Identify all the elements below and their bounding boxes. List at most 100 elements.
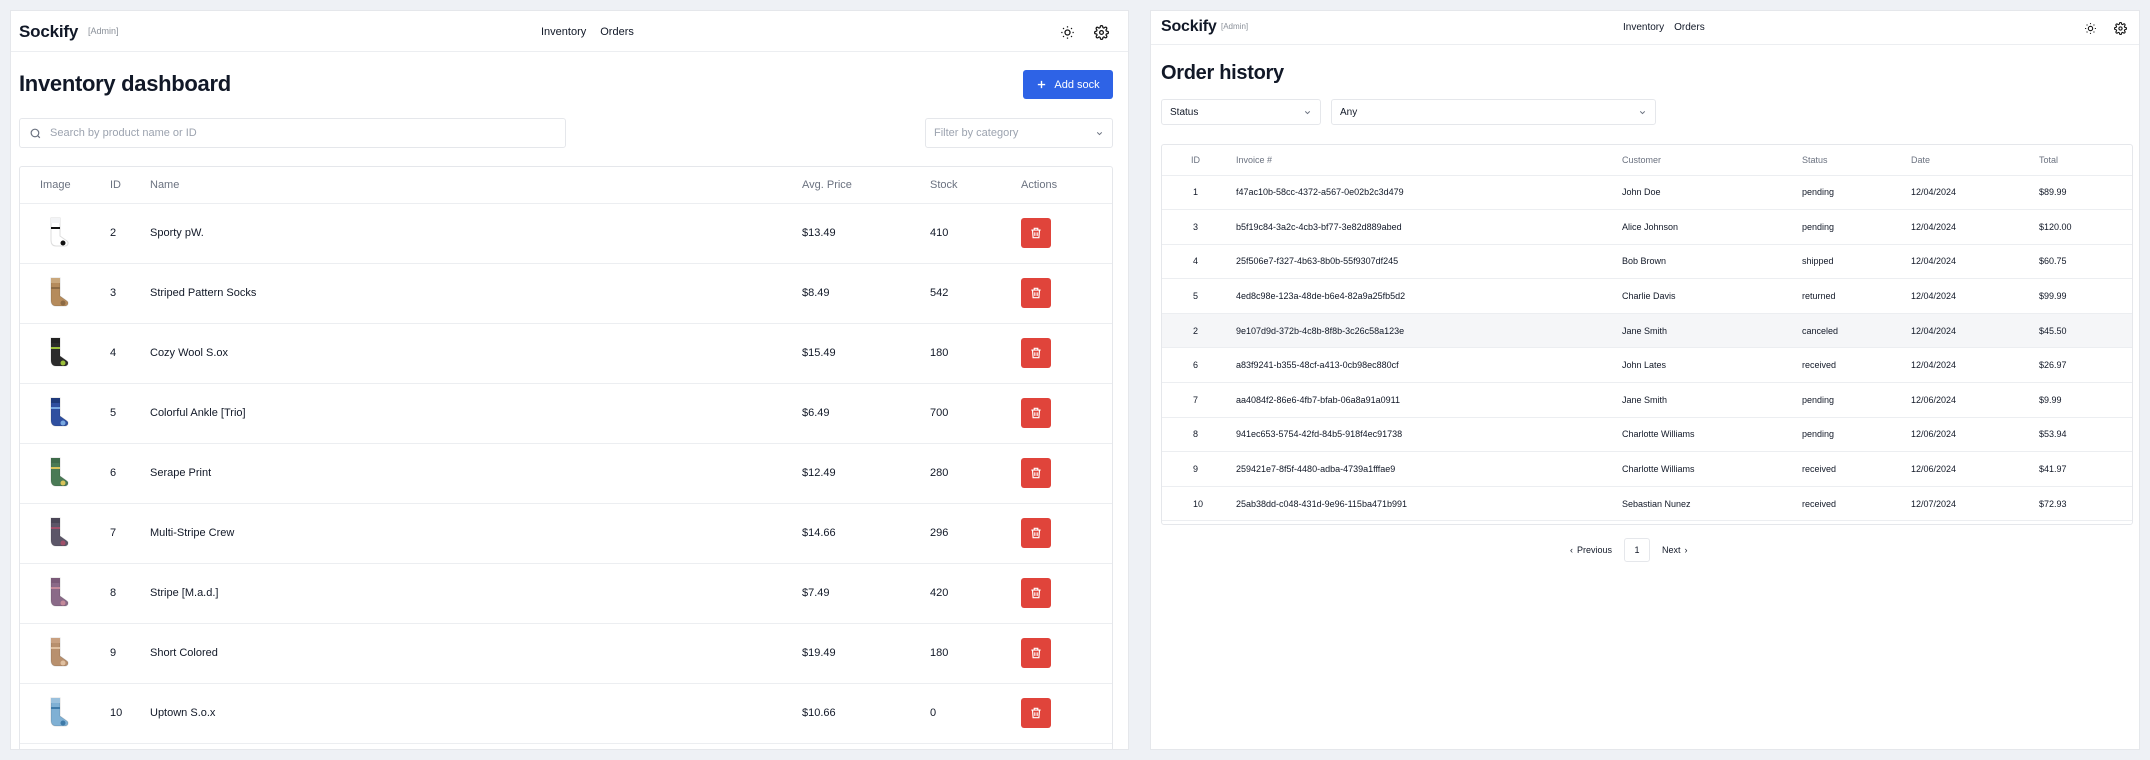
table-row[interactable]: 4 25f506e7-f327-4b63-8b0b-55f9307df245 Bob… [1162, 244, 2132, 280]
brand-logo[interactable]: Sockify [1161, 18, 1217, 36]
settings-button[interactable] [2110, 18, 2130, 38]
table-row[interactable]: 9 259421e7-8f5f-4480-adba-4739a1fffae9 Cha… [1162, 451, 2132, 487]
table-row[interactable]: 8 941ec653-5754-42fd-84b5-918f4ec91738 Cha… [1162, 417, 2132, 453]
orders-topbar: Sockify [Admin] Inventory Orders [1151, 11, 2139, 45]
product-id: 6 [110, 443, 150, 504]
product-stock: 410 [930, 203, 1021, 264]
order-customer: Bob Brown [1622, 244, 1802, 280]
column-header-actions: Actions [1021, 167, 1112, 204]
order-status: received [1802, 347, 1911, 384]
order-status: pending [1802, 175, 1911, 211]
delete-button[interactable] [1021, 518, 1051, 548]
order-status: pending [1802, 417, 1911, 453]
order-invoice: f47ac10b-58cc-4372-a567-0e02b2c3d479 [1236, 175, 1622, 211]
product-price: $10.66 [802, 683, 930, 744]
table-row: 5 Colorful Ankle [Trio] $6.49 700 [20, 383, 1112, 444]
table-row: 3 Striped Pattern Socks $8.49 542 [20, 263, 1112, 324]
category-filter-select[interactable]: Filter by category [925, 118, 1113, 148]
order-status: received [1802, 486, 1911, 522]
table-row[interactable]: 5 4ed8c98e-123a-48de-b6e4-82a9a25fb5d2 Cha… [1162, 278, 2132, 314]
table-row[interactable]: 1 f47ac10b-58cc-4372-a567-0e02b2c3d479 Joh… [1162, 175, 2132, 211]
orders-window: Sockify [Admin] Inventory Orders Order hi… [1150, 10, 2140, 750]
product-stock: 700 [930, 383, 1021, 444]
product-stock: 280 [930, 443, 1021, 504]
table-header-row: ID Invoice # Customer Status Date Total [1162, 145, 2132, 176]
next-page-button[interactable]: Next › [1656, 545, 1694, 555]
table-row[interactable]: 6 a83f9241-b355-48cf-a413-0cb98ec880cf Joh… [1162, 347, 2132, 384]
order-total: $99.99 [2039, 278, 2132, 314]
table-row[interactable]: 7 aa4084f2-86e6-4fb7-bfab-06a8a91a0911 Jan… [1162, 382, 2132, 418]
column-header-stock: Stock [930, 167, 1021, 204]
sun-icon [1060, 25, 1074, 39]
order-customer: John Lates [1622, 347, 1802, 384]
status-filter-value: Status [1170, 106, 1199, 118]
search-input[interactable]: Search by product name or ID [19, 118, 566, 148]
delete-button[interactable] [1021, 638, 1051, 668]
trash-icon [1031, 347, 1041, 359]
theme-toggle-button[interactable] [1056, 21, 1078, 43]
column-header-name: Name [150, 167, 802, 204]
order-status: canceled [1802, 313, 1911, 349]
status-filter-select[interactable]: Status [1161, 99, 1321, 125]
product-image [38, 275, 74, 311]
order-invoice: a83f9241-b355-48cf-a413-0cb98ec880cf [1236, 347, 1622, 384]
table-row[interactable]: 3 b5f19c84-3a2c-4cb3-bf77-3e82d889abed Ali… [1162, 209, 2132, 245]
order-total: $41.97 [2039, 451, 2132, 487]
order-total: $60.75 [2039, 244, 2132, 280]
nav-inventory[interactable]: Inventory [1623, 22, 1664, 33]
nav-orders[interactable]: Orders [600, 26, 634, 38]
order-invoice: 25ab38dd-c048-431d-9e96-115ba471b991 [1236, 486, 1622, 522]
column-header-id: ID [110, 167, 150, 204]
chevron-down-icon [1304, 110, 1311, 114]
delete-button[interactable] [1021, 698, 1051, 728]
brand-logo[interactable]: Sockify [19, 22, 78, 42]
nav-inventory[interactable]: Inventory [541, 26, 586, 38]
column-header-id: ID [1162, 145, 1236, 176]
delete-button[interactable] [1021, 278, 1051, 308]
column-header-invoice: Invoice # [1236, 145, 1622, 176]
product-stock: 0 [930, 683, 1021, 744]
product-price: $12.49 [802, 443, 930, 504]
order-customer: Sebastian Nunez [1622, 486, 1802, 522]
add-sock-button[interactable]: Add sock [1023, 70, 1113, 99]
any-filter-select[interactable]: Any [1331, 99, 1656, 125]
product-id: 5 [110, 383, 150, 444]
nav-orders[interactable]: Orders [1674, 22, 1705, 33]
previous-page-button[interactable]: ‹ Previous [1564, 545, 1618, 555]
order-status: returned [1802, 278, 1911, 314]
delete-button[interactable] [1021, 398, 1051, 428]
product-image [38, 395, 74, 431]
column-header-date: Date [1911, 145, 2039, 176]
delete-button[interactable] [1021, 218, 1051, 248]
product-price: $6.49 [802, 383, 930, 444]
settings-button[interactable] [1090, 21, 1112, 43]
product-id: 4 [110, 323, 150, 384]
order-invoice: 9e107d9d-372b-4c8b-8f8b-3c26c58a123e [1236, 313, 1622, 349]
delete-button[interactable] [1021, 338, 1051, 368]
any-filter-value: Any [1340, 106, 1358, 118]
order-id: 5 [1162, 278, 1236, 314]
chevron-right-icon: › [1684, 545, 1688, 555]
product-id: 7 [110, 503, 150, 564]
page-number-button[interactable]: 1 [1624, 538, 1651, 562]
order-date: 12/04/2024 [1911, 278, 2039, 314]
product-id: 3 [110, 263, 150, 324]
table-row: 4 Cozy Wool S.ox $15.49 180 [20, 323, 1112, 384]
page-title: Order history [1161, 62, 1284, 84]
trash-icon [1031, 287, 1041, 299]
product-name: Colorful Ankle [Trio] [150, 383, 802, 444]
gear-icon [1093, 24, 1109, 40]
previous-label: Previous [1577, 545, 1613, 555]
delete-button[interactable] [1021, 578, 1051, 608]
order-total: $26.97 [2039, 347, 2132, 384]
product-stock: 180 [930, 623, 1021, 684]
product-id: 10 [110, 683, 150, 744]
delete-button[interactable] [1021, 458, 1051, 488]
table-row[interactable]: 10 25ab38dd-c048-431d-9e96-115ba471b991 Se… [1162, 486, 2132, 522]
orders-table: ID Invoice # Customer Status Date Total … [1161, 144, 2133, 525]
theme-toggle-button[interactable] [2080, 18, 2100, 38]
product-stock: 420 [930, 563, 1021, 624]
chevron-down-icon [1639, 110, 1646, 114]
product-price: $19.49 [802, 623, 930, 684]
table-row[interactable]: 2 9e107d9d-372b-4c8b-8f8b-3c26c58a123e Jan… [1162, 313, 2132, 349]
